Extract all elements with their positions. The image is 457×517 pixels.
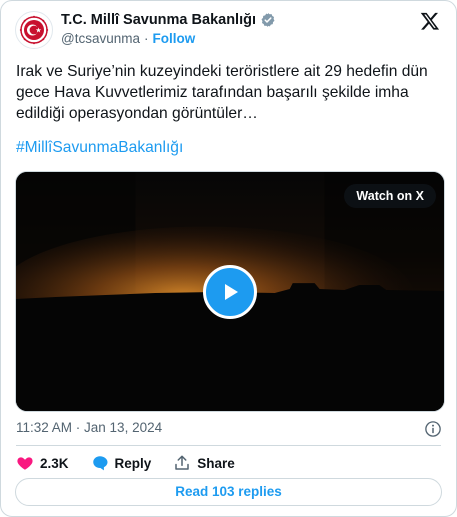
avatar[interactable]: [15, 11, 53, 49]
turkish-emblem-icon: [19, 15, 49, 45]
like-button[interactable]: 2.3K: [16, 454, 69, 472]
account-handle[interactable]: @tcsavunma: [61, 31, 140, 46]
handle-row: @tcsavunma · Follow: [61, 31, 195, 46]
heart-icon: [17, 457, 33, 470]
reply-bubble-icon: [92, 456, 108, 471]
verified-badge-icon: [261, 13, 275, 27]
account-name[interactable]: T.C. Millî Savunma Bakanlığı: [61, 12, 256, 28]
share-button[interactable]: Share: [173, 454, 235, 472]
video-player[interactable]: Watch on X: [15, 171, 445, 412]
read-replies-button[interactable]: Read 103 replies: [15, 478, 442, 506]
timestamp[interactable]: 11:32 AM · Jan 13, 2024: [16, 420, 162, 435]
x-logo-icon[interactable]: [420, 11, 440, 31]
watch-on-x-button[interactable]: Watch on X: [344, 184, 436, 208]
name-row: T.C. Millî Savunma Bakanlığı: [61, 12, 276, 28]
like-count: 2.3K: [40, 455, 69, 471]
tweet-card: T.C. Millî Savunma Bakanlığı @tcsavunma …: [0, 0, 457, 517]
follow-button[interactable]: Follow: [152, 31, 195, 46]
divider: [16, 445, 441, 446]
reply-button[interactable]: Reply: [91, 454, 152, 472]
action-bar: 2.3K Reply Share: [16, 453, 257, 473]
hashtag-link[interactable]: #MillîSavunmaBakanlığı: [16, 139, 183, 157]
info-icon[interactable]: [424, 420, 442, 438]
tweet-text: Irak ve Suriye’nin kuzeyindeki teröristl…: [16, 63, 428, 122]
play-button[interactable]: [203, 265, 257, 319]
separator-dot: ·: [143, 31, 149, 46]
share-label: Share: [197, 455, 235, 471]
reply-label: Reply: [114, 455, 152, 471]
share-icon: [175, 455, 190, 470]
tweet-header: T.C. Millî Savunma Bakanlığı @tcsavunma …: [15, 9, 442, 49]
play-icon: [225, 284, 238, 300]
